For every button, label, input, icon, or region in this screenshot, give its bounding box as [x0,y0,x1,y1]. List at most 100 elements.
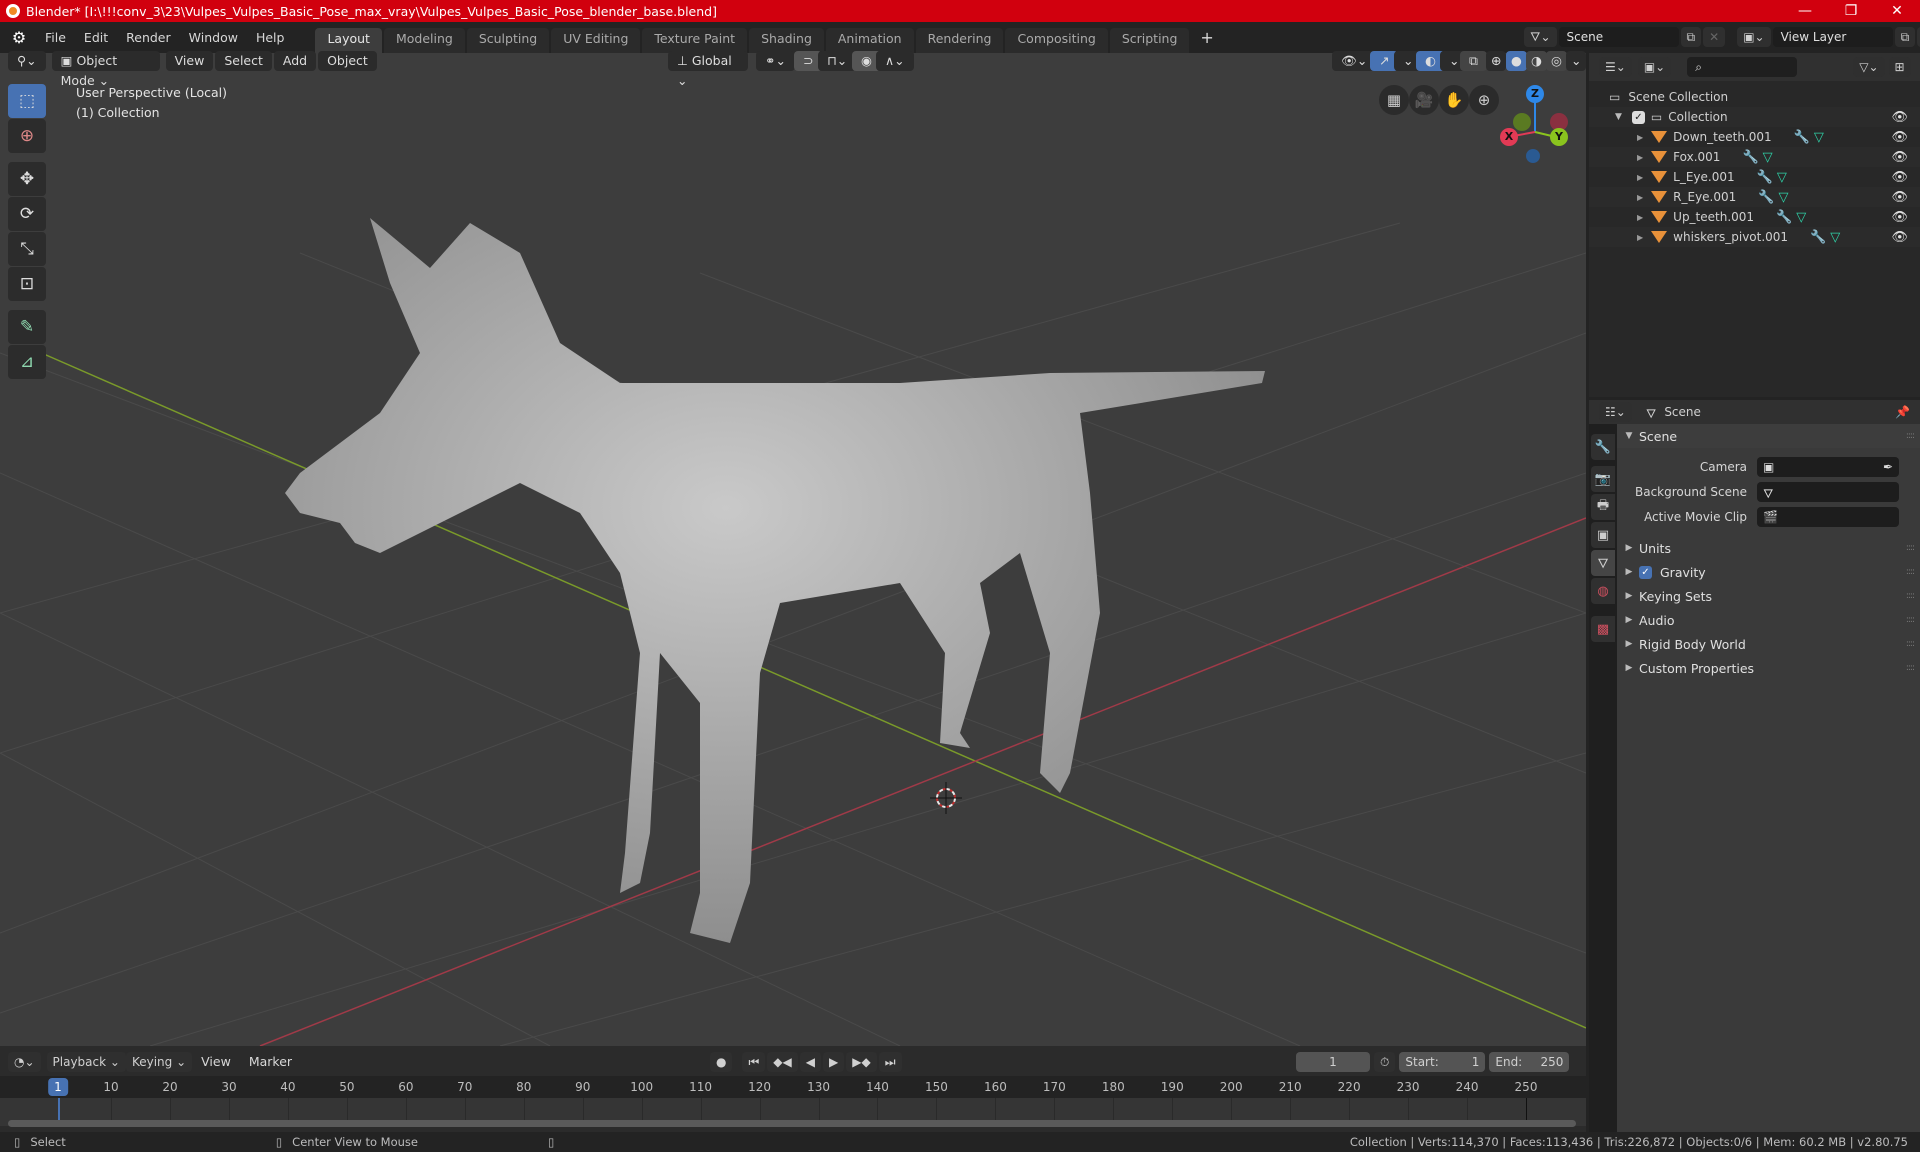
scene-selector[interactable]: Scene [1558,27,1679,47]
gravity-panel-header[interactable]: ▶ ✓ Gravity :::: [1617,560,1920,584]
scene-panel-header[interactable]: ▼ Scene :::: [1617,424,1920,448]
menu-view[interactable]: View [165,51,214,71]
mesh-data-icon[interactable]: ▽ [1796,210,1806,225]
menu-edit[interactable]: Edit [75,27,117,49]
texture-tab-icon[interactable]: ▩ [1591,616,1615,642]
play-reverse-button[interactable]: ◀ [799,1052,821,1072]
outliner-object-row[interactable]: ▶ Fox.001 🔧 ▽ 👁 [1589,147,1920,167]
outliner-search-input[interactable]: ⌕ [1687,57,1798,77]
tab-scripting[interactable]: Scripting [1109,28,1190,53]
outliner-scene-collection[interactable]: ▭ Scene Collection [1589,87,1920,107]
measure-tool-icon[interactable]: ⊿ [8,345,46,379]
tab-sculpting[interactable]: Sculpting [466,28,550,53]
eye-icon[interactable]: 👁 [1891,230,1908,245]
move-tool-icon[interactable]: ✥ [8,162,46,196]
mesh-data-icon[interactable]: ▽ [1830,230,1840,245]
tool-settings-tab-icon[interactable]: 🔧 [1591,434,1615,460]
properties-editor-type-icon[interactable]: ☷⌄ [1599,402,1632,422]
tab-animation[interactable]: Animation [825,28,914,53]
rendered-shading-icon[interactable]: ◎ [1546,51,1567,71]
solid-shading-icon[interactable]: ● [1506,51,1527,71]
timeline-marker-menu[interactable]: Marker [240,1051,301,1073]
navigation-gizmo[interactable]: Z X Y [1500,85,1570,165]
world-tab-icon[interactable]: ◍ [1591,578,1615,604]
scale-tool-icon[interactable]: ⤡ [8,232,46,266]
mesh-data-icon[interactable]: ▽ [1763,150,1773,165]
jump-to-start-button[interactable]: ⏮ [742,1052,766,1072]
gravity-checkbox[interactable]: ✓ [1639,565,1652,579]
end-frame-field[interactable]: End: 250 [1489,1052,1570,1072]
custom-properties-panel-header[interactable]: ▶ Custom Properties :::: [1617,656,1920,680]
tab-layout[interactable]: Layout [315,28,382,53]
expand-arrow-icon[interactable]: ▶ [1637,153,1643,162]
playhead-frame-indicator[interactable]: 1 [48,1078,68,1096]
keying-sets-panel-header[interactable]: ▶ Keying Sets :::: [1617,584,1920,608]
wireframe-shading-icon[interactable]: ⊕ [1486,51,1507,71]
drag-grip-icon[interactable]: :::: [1906,591,1915,601]
new-collection-icon[interactable]: ⊞ [1888,57,1911,77]
pin-icon[interactable]: 📌 [1895,405,1910,419]
scene-type-icon[interactable]: 🜄⌄ [1524,27,1557,47]
expand-arrow-icon[interactable]: ▶ [1637,193,1643,202]
output-tab-icon[interactable]: 🖶 [1591,494,1615,520]
snap-target-icon[interactable]: ⊓⌄ [818,51,857,71]
pan-view-icon[interactable]: ✋ [1439,85,1469,115]
expand-arrow-icon[interactable]: ▶ [1637,133,1643,142]
cursor-tool-icon[interactable]: ⊕ [8,119,46,153]
eye-icon[interactable]: 👁 [1891,190,1908,205]
render-tab-icon[interactable]: 📷 [1591,466,1615,492]
playback-menu[interactable]: Playback ⌄ [46,1052,126,1072]
expand-arrow-icon[interactable]: ▶ [1637,213,1643,222]
menu-window[interactable]: Window [180,27,247,49]
rigid-body-world-panel-header[interactable]: ▶ Rigid Body World :::: [1617,632,1920,656]
background-scene-field[interactable]: 🜄 [1757,482,1899,502]
neg-z-axis-dot[interactable] [1526,149,1540,163]
timeline-view-menu[interactable]: View [192,1051,240,1073]
jump-to-end-button[interactable]: ⏭ [878,1052,902,1072]
collapse-arrow-icon[interactable]: ▼ [1615,112,1622,122]
toggle-grid-view-icon[interactable]: ▦ [1379,85,1409,115]
eye-icon[interactable]: 👁 [1891,170,1908,185]
y-axis-dot[interactable]: Y [1550,128,1568,146]
falloff-icon[interactable]: ∧⌄ [876,51,914,71]
transform-tool-icon[interactable]: ⊡ [8,267,46,301]
new-view-layer-icon[interactable]: ⧉ [1894,27,1916,47]
add-workspace-button[interactable]: + [1191,27,1222,49]
mesh-data-icon[interactable]: ▽ [1777,170,1787,185]
material-preview-icon[interactable]: ◑ [1526,51,1547,71]
eye-icon[interactable]: 👁 [1891,150,1908,165]
jump-to-prev-keyframe-button[interactable]: ◆◀ [767,1052,798,1072]
neg-y-axis-dot[interactable] [1513,113,1531,131]
drag-grip-icon[interactable]: :::: [1906,543,1915,553]
pivot-point-icon[interactable]: ⚭⌄ [756,51,795,71]
menu-render[interactable]: Render [117,27,180,49]
modifier-wrench-icon[interactable]: 🔧 [1742,150,1758,165]
outliner-collection[interactable]: ▼ ✓ ▭ Collection 👁 [1589,107,1920,127]
record-keyframes-button[interactable]: ● [710,1052,733,1072]
outliner-object-row[interactable]: ▶ L_Eye.001 🔧 ▽ 👁 [1589,167,1920,187]
modifier-wrench-icon[interactable]: 🔧 [1758,190,1774,205]
outliner-object-row[interactable]: ▶ R_Eye.001 🔧 ▽ 👁 [1589,187,1920,207]
tab-texture-paint[interactable]: Texture Paint [642,28,748,53]
display-mode-icon[interactable]: ▣⌄ [1637,57,1672,77]
tab-shading[interactable]: Shading [749,28,824,53]
eye-icon[interactable]: 👁 [1891,130,1908,145]
scene-tab-icon[interactable]: 🜄 [1591,550,1615,576]
jump-to-next-keyframe-button[interactable]: ▶◆ [846,1052,877,1072]
eye-icon[interactable]: 👁 [1891,110,1908,125]
drag-grip-icon[interactable]: :::: [1906,663,1915,673]
collection-checkbox[interactable]: ✓ [1631,110,1645,124]
outliner-object-row[interactable]: ▶ Down_teeth.001 🔧 ▽ 👁 [1589,127,1920,147]
x-axis-dot[interactable]: X [1500,128,1518,146]
mesh-data-icon[interactable]: ▽ [1778,190,1788,205]
drag-grip-icon[interactable]: :::: [1906,639,1915,649]
rotate-tool-icon[interactable]: ⟳ [8,197,46,231]
menu-object[interactable]: Object [318,51,377,71]
menu-file[interactable]: File [36,27,75,49]
menu-help[interactable]: Help [247,27,294,49]
z-axis-dot[interactable]: Z [1526,85,1544,103]
active-movie-clip-field[interactable]: 🎬 [1757,507,1899,527]
transform-orientation-dropdown[interactable]: ⊥ Global ⌄ [668,51,748,88]
expand-arrow-icon[interactable]: ▶ [1637,233,1643,242]
drag-grip-icon[interactable]: :::: [1906,567,1915,577]
